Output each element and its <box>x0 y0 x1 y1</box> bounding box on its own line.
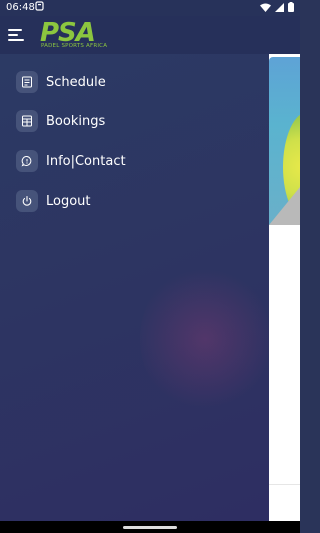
power-icon <box>16 190 38 212</box>
notification-icon <box>35 1 44 11</box>
battery-icon <box>288 2 294 12</box>
status-bar: 06:48 <box>0 0 300 16</box>
menu-item-label: Logout <box>46 193 91 209</box>
divider <box>269 484 300 485</box>
schedule-icon <box>16 71 38 93</box>
chat-icon <box>16 150 38 172</box>
system-navigation-bar <box>0 521 300 533</box>
court-graphic <box>269 187 300 225</box>
signal-icon <box>275 2 284 12</box>
bookings-icon <box>16 110 38 132</box>
navigation-drawer: Schedule Bookings Info|Contact Logout <box>0 54 269 521</box>
status-time: 06:48 <box>6 2 35 13</box>
logo-subtitle: PADEL SPORTS AFRICA <box>41 43 108 49</box>
menu-item-schedule[interactable]: Schedule <box>16 70 106 94</box>
app-logo: PSA PADEL SPORTS AFRICA <box>40 18 120 51</box>
menu-item-bookings[interactable]: Bookings <box>16 109 105 133</box>
app-header: PSA PADEL SPORTS AFRICA <box>0 16 300 54</box>
home-gesture-handle[interactable] <box>123 526 177 529</box>
menu-icon[interactable] <box>8 28 24 42</box>
menu-item-label: Schedule <box>46 74 106 90</box>
status-icons <box>260 2 294 12</box>
menu-item-label: Bookings <box>46 113 106 129</box>
wifi-icon <box>260 3 271 12</box>
menu-item-label: Info|Contact <box>46 153 126 169</box>
menu-item-logout[interactable]: Logout <box>16 189 91 213</box>
background-glow <box>140 264 269 414</box>
content-image-peek <box>269 57 300 225</box>
menu-item-info-contact[interactable]: Info|Contact <box>16 149 126 173</box>
